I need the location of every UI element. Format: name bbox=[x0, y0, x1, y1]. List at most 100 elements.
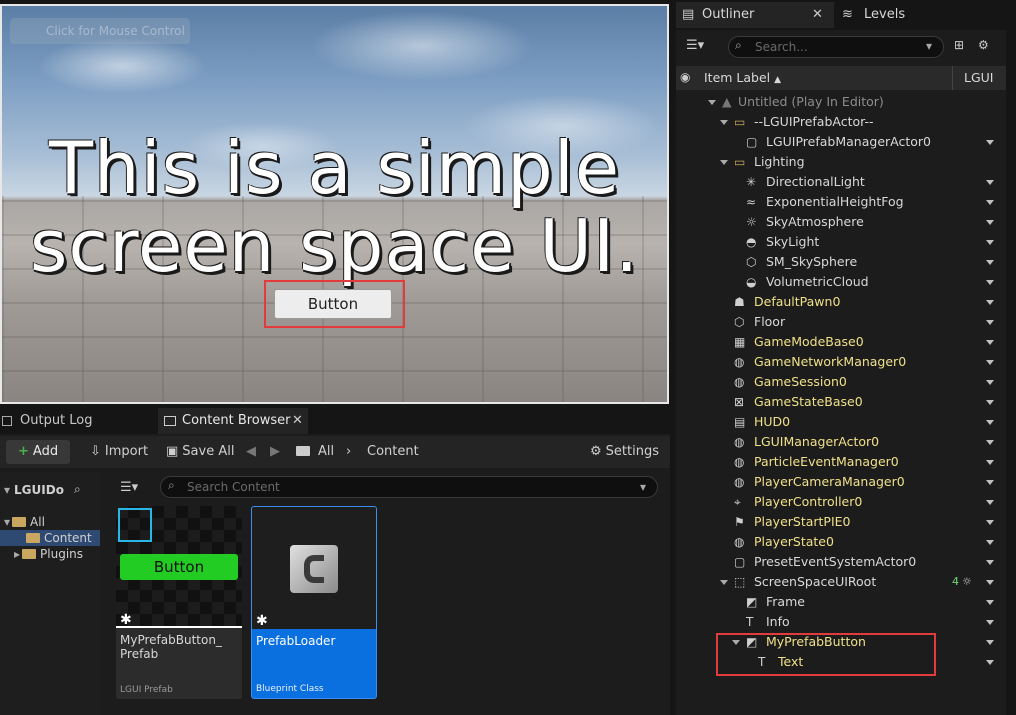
outliner-row[interactable]: ◍ ParticleEventManager0 bbox=[676, 452, 1006, 472]
tab-output-log[interactable]: Output Log bbox=[0, 408, 150, 434]
row-dropdown-icon[interactable] bbox=[986, 340, 994, 345]
row-dropdown-icon[interactable] bbox=[986, 300, 994, 305]
import-button[interactable]: ⇩ Import bbox=[90, 440, 148, 464]
outliner-tabbar: ▤ Outliner ✕ ≋ Levels bbox=[676, 0, 1016, 30]
sidebar-item-all[interactable]: ▾ All bbox=[4, 514, 100, 530]
row-dropdown-icon[interactable] bbox=[986, 500, 994, 505]
outliner-row[interactable]: ⌖ PlayerController0 bbox=[676, 492, 1006, 512]
mouse-control-hint[interactable]: Click for Mouse Control bbox=[10, 18, 190, 44]
type-column[interactable]: LGUI bbox=[964, 70, 994, 85]
outliner-row[interactable]: ⬡ Floor bbox=[676, 312, 1006, 332]
info-icon: ◍ bbox=[734, 455, 745, 469]
row-dropdown-icon[interactable] bbox=[986, 180, 994, 185]
info-icon: ◍ bbox=[734, 475, 745, 489]
content-search-input[interactable]: Search Content bbox=[160, 476, 658, 498]
sidebar-root-label: LGUIDo bbox=[14, 483, 64, 497]
row-dropdown-icon[interactable] bbox=[986, 660, 994, 665]
actor-icon: ▢ bbox=[734, 555, 746, 569]
search-icon[interactable]: ⌕ bbox=[74, 482, 81, 497]
close-icon[interactable]: ✕ bbox=[812, 2, 823, 28]
asset-my-prefab-button[interactable]: Button ✱ MyPrefabButton_ Prefab LGUI Pre… bbox=[116, 506, 242, 699]
breadcrumb-content[interactable]: Content bbox=[367, 440, 419, 464]
outliner-row-label: Frame bbox=[766, 594, 805, 609]
item-label-column[interactable]: Item Label ▲ bbox=[704, 70, 781, 85]
asset-prefab-loader[interactable]: ✱ PrefabLoader Blueprint Class bbox=[251, 506, 377, 699]
forward-icon[interactable]: ▶ bbox=[270, 440, 280, 464]
tab-content-browser[interactable]: Content Browser ✕ bbox=[158, 408, 308, 434]
folder-icon bbox=[12, 517, 27, 527]
outliner-search-input[interactable]: Search... bbox=[728, 36, 944, 58]
game-viewport[interactable]: Click for Mouse Control This is a simple… bbox=[0, 4, 669, 404]
outliner-row[interactable]: ▭ --LGUIPrefabActor-- bbox=[676, 112, 1006, 132]
sidebar-root[interactable]: ▾ LGUIDo bbox=[4, 482, 64, 498]
outliner-row[interactable]: ⬡ SM_SkySphere bbox=[676, 252, 1006, 272]
row-dropdown-icon[interactable] bbox=[986, 560, 994, 565]
outliner-row[interactable]: ◩ Frame bbox=[676, 592, 1006, 612]
outliner-row[interactable]: ☼ SkyAtmosphere bbox=[676, 212, 1006, 232]
outliner-row[interactable]: ⊠ GameStateBase0 bbox=[676, 392, 1006, 412]
row-dropdown-icon[interactable] bbox=[986, 400, 994, 405]
row-dropdown-icon[interactable] bbox=[986, 440, 994, 445]
outliner-row[interactable]: ◓ SkyLight bbox=[676, 232, 1006, 252]
row-dropdown-icon[interactable] bbox=[986, 600, 994, 605]
outliner-row[interactable]: ◍ PlayerState0 bbox=[676, 532, 1006, 552]
eye-icon[interactable]: ◉ bbox=[680, 70, 690, 84]
chevron-down-icon[interactable] bbox=[720, 580, 728, 585]
row-dropdown-icon[interactable] bbox=[986, 460, 994, 465]
gear-icon[interactable]: ⚙ bbox=[978, 38, 989, 52]
chevron-down-icon[interactable]: ▾ bbox=[926, 39, 932, 53]
breadcrumb-all[interactable]: All bbox=[318, 440, 334, 464]
row-dropdown-icon[interactable] bbox=[986, 620, 994, 625]
chevron-down-icon[interactable] bbox=[708, 100, 716, 105]
outliner-row[interactable]: T Info bbox=[676, 612, 1006, 632]
row-dropdown-icon[interactable] bbox=[986, 580, 994, 585]
outliner-row[interactable]: ≈ ExponentialHeightFog bbox=[676, 192, 1006, 212]
filter-icon[interactable]: ☰▾ bbox=[686, 38, 704, 53]
chevron-down-icon[interactable] bbox=[720, 120, 728, 125]
sidebar-item-content[interactable]: Content bbox=[0, 530, 100, 546]
add-button[interactable]: + Add bbox=[6, 440, 70, 464]
settings-button[interactable]: ⚙ Settings bbox=[590, 440, 659, 464]
scrollbar[interactable] bbox=[1006, 30, 1016, 715]
tab-levels[interactable]: ≋ Levels bbox=[842, 2, 905, 28]
row-dropdown-icon[interactable] bbox=[986, 540, 994, 545]
row-dropdown-icon[interactable] bbox=[986, 240, 994, 245]
back-icon[interactable]: ◀ bbox=[246, 440, 256, 464]
outliner-row[interactable]: ◍ GameNetworkManager0 bbox=[676, 352, 1006, 372]
row-dropdown-icon[interactable] bbox=[986, 380, 994, 385]
chevron-down-icon[interactable] bbox=[720, 160, 728, 165]
row-dropdown-icon[interactable] bbox=[986, 640, 994, 645]
chevron-down-icon[interactable]: ▾ bbox=[640, 480, 646, 494]
outliner-row[interactable]: ◍ GameSession0 bbox=[676, 372, 1006, 392]
outliner-row[interactable]: ◍ PlayerCameraManager0 bbox=[676, 472, 1006, 492]
outliner-row[interactable]: ✳ DirectionalLight bbox=[676, 172, 1006, 192]
row-dropdown-icon[interactable] bbox=[986, 360, 994, 365]
outliner-row[interactable]: ▭ Lighting bbox=[676, 152, 1006, 172]
row-dropdown-icon[interactable] bbox=[986, 280, 994, 285]
outliner-row[interactable]: ◒ VolumetricCloud bbox=[676, 272, 1006, 292]
row-dropdown-icon[interactable] bbox=[986, 320, 994, 325]
add-folder-icon[interactable]: ⊞ bbox=[954, 38, 964, 52]
row-dropdown-icon[interactable] bbox=[986, 480, 994, 485]
outliner-row[interactable]: ▤ HUD0 bbox=[676, 412, 1006, 432]
row-dropdown-icon[interactable] bbox=[986, 200, 994, 205]
outliner-row[interactable]: ⬚ ScreenSpaceUIRoot 4 ☼ bbox=[676, 572, 1006, 592]
tab-outliner[interactable]: ▤ Outliner ✕ bbox=[676, 2, 834, 28]
sidebar-item-plugins[interactable]: ▸ Plugins bbox=[14, 546, 83, 562]
outliner-row[interactable]: ▢ LGUIPrefabManagerActor0 bbox=[676, 132, 1006, 152]
outliner-row[interactable]: ◍ LGUIManagerActor0 bbox=[676, 432, 1006, 452]
row-dropdown-icon[interactable] bbox=[986, 420, 994, 425]
filter-icon[interactable]: ☰▾ bbox=[120, 480, 138, 495]
save-all-button[interactable]: ▣ Save All bbox=[166, 440, 234, 464]
row-dropdown-icon[interactable] bbox=[986, 140, 994, 145]
outliner-row[interactable]: ▲ Untitled (Play In Editor) bbox=[676, 92, 1006, 112]
row-dropdown-icon[interactable] bbox=[986, 520, 994, 525]
row-dropdown-icon[interactable] bbox=[986, 220, 994, 225]
outliner-row[interactable]: ▦ GameModeBase0 bbox=[676, 332, 1006, 352]
outliner-row[interactable]: ⚑ PlayerStartPIE0 bbox=[676, 512, 1006, 532]
outliner-row[interactable]: ☗ DefaultPawn0 bbox=[676, 292, 1006, 312]
outliner-row[interactable]: ▢ PresetEventSystemActor0 bbox=[676, 552, 1006, 572]
close-icon[interactable]: ✕ bbox=[292, 408, 303, 434]
sidebar-item-label: Content bbox=[44, 531, 92, 545]
row-dropdown-icon[interactable] bbox=[986, 260, 994, 265]
